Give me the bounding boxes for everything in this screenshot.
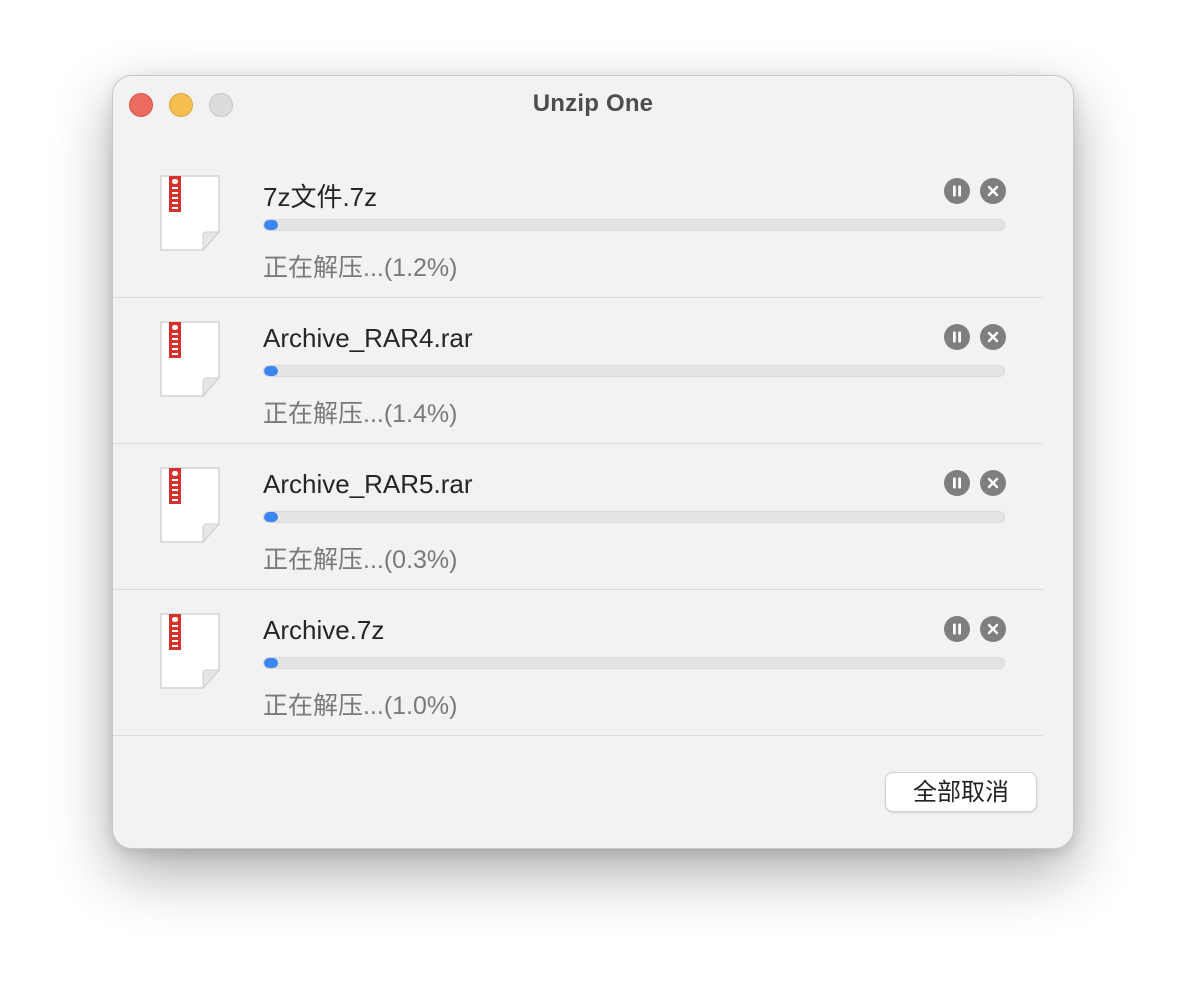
- task-actions: [944, 470, 1006, 496]
- cancel-task-button[interactable]: [980, 178, 1006, 204]
- progress-bar: [263, 219, 1005, 231]
- progress-bar: [263, 365, 1005, 377]
- close-icon: [987, 477, 999, 489]
- unzip-window: Unzip One 7z文件.7z 正在解压...(1.2%) Archive_…: [112, 75, 1074, 849]
- archive-file-name: Archive_RAR5.rar: [263, 469, 473, 499]
- cancel-all-button[interactable]: 全部取消: [885, 772, 1037, 812]
- cancel-task-button[interactable]: [980, 470, 1006, 496]
- progress-bar: [263, 657, 1005, 669]
- extraction-status: 正在解压...(1.4%): [263, 400, 458, 428]
- pause-button[interactable]: [944, 616, 970, 642]
- task-actions: [944, 324, 1006, 350]
- pause-button[interactable]: [944, 470, 970, 496]
- task-row: 7z文件.7z 正在解压...(1.2%): [113, 152, 1043, 298]
- progress-fill: [264, 220, 278, 230]
- progress-fill: [264, 658, 278, 668]
- task-row: Archive.7z 正在解压...(1.0%): [113, 590, 1043, 736]
- task-row: Archive_RAR4.rar 正在解压...(1.4%): [113, 298, 1043, 444]
- cancel-task-button[interactable]: [980, 616, 1006, 642]
- task-actions: [944, 616, 1006, 642]
- zip-archive-icon: [160, 175, 221, 252]
- zip-archive-icon: [160, 467, 221, 544]
- close-icon: [987, 185, 999, 197]
- archive-file-name: Archive.7z: [263, 615, 385, 645]
- pause-button[interactable]: [944, 178, 970, 204]
- progress-bar: [263, 511, 1005, 523]
- pause-icon: [953, 185, 961, 197]
- close-icon: [987, 331, 999, 343]
- pause-icon: [953, 331, 961, 343]
- extraction-status: 正在解压...(1.2%): [263, 254, 458, 282]
- extraction-status: 正在解压...(1.0%): [263, 692, 458, 720]
- title-bar: Unzip One: [113, 76, 1073, 132]
- archive-file-name: 7z文件.7z: [263, 182, 378, 212]
- task-row: Archive_RAR5.rar 正在解压...(0.3%): [113, 444, 1043, 590]
- close-icon: [987, 623, 999, 635]
- progress-fill: [264, 366, 278, 376]
- zip-archive-icon: [160, 613, 221, 690]
- task-actions: [944, 178, 1006, 204]
- window-title: Unzip One: [532, 90, 654, 117]
- zip-archive-icon: [160, 321, 221, 398]
- pause-icon: [953, 477, 961, 489]
- cancel-task-button[interactable]: [980, 324, 1006, 350]
- extraction-status: 正在解压...(0.3%): [263, 546, 458, 574]
- pause-button[interactable]: [944, 324, 970, 350]
- pause-icon: [953, 623, 961, 635]
- archive-file-name: Archive_RAR4.rar: [263, 323, 473, 353]
- progress-fill: [264, 512, 278, 522]
- extraction-task-list: 7z文件.7z 正在解压...(1.2%) Archive_RAR4.rar 正…: [113, 152, 1043, 736]
